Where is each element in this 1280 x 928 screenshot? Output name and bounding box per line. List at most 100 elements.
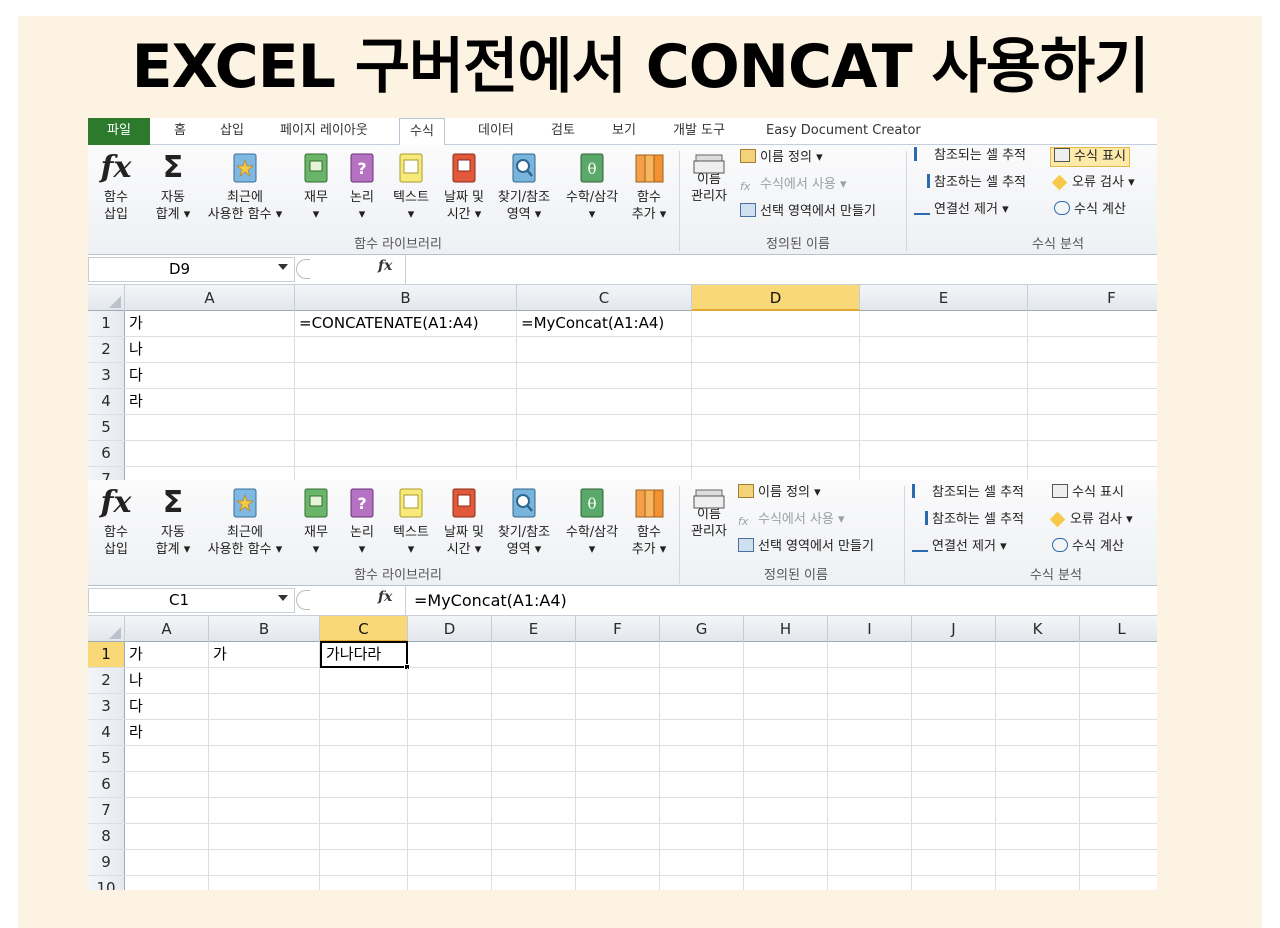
financial-button[interactable]: 재무 ▾ xyxy=(296,486,336,558)
cell-d5[interactable] xyxy=(408,746,492,771)
cell-e8[interactable] xyxy=(492,824,576,849)
cell-l7[interactable] xyxy=(1080,798,1157,823)
cell-d4[interactable] xyxy=(408,720,492,745)
cell-l6[interactable] xyxy=(1080,772,1157,797)
cell-f6[interactable] xyxy=(576,772,660,797)
name-box-dropdown-icon[interactable] xyxy=(278,264,288,270)
cell-d6[interactable] xyxy=(408,772,492,797)
cell-a10[interactable] xyxy=(125,876,209,890)
cell-b2[interactable] xyxy=(209,668,320,693)
cell-l10[interactable] xyxy=(1080,876,1157,890)
cell-d7[interactable] xyxy=(692,467,860,480)
show-formulas-button[interactable]: 수식 표시 xyxy=(1052,484,1124,502)
cell-a3[interactable]: 다 xyxy=(125,694,209,719)
cell-b2[interactable] xyxy=(295,337,517,362)
cell-i9[interactable] xyxy=(828,850,912,875)
cell-a8[interactable] xyxy=(125,824,209,849)
cell-e9[interactable] xyxy=(492,850,576,875)
cell-c2[interactable] xyxy=(517,337,692,362)
cell-l2[interactable] xyxy=(1080,668,1157,693)
name-manager-button[interactable]: 이름 관리자 xyxy=(684,171,734,205)
cell-b1[interactable]: 가 xyxy=(209,642,320,667)
cell-e1[interactable] xyxy=(860,311,1028,336)
cell-d1[interactable] xyxy=(692,311,860,336)
cell-b6[interactable] xyxy=(295,441,517,466)
cell-a7[interactable] xyxy=(125,798,209,823)
cell-c6[interactable] xyxy=(517,441,692,466)
cell-e7[interactable] xyxy=(492,798,576,823)
cell-k9[interactable] xyxy=(996,850,1080,875)
cell-a6[interactable] xyxy=(125,441,295,466)
row-header-2[interactable]: 2 xyxy=(88,668,125,693)
cell-b10[interactable] xyxy=(209,876,320,890)
recently-used-button[interactable]: 최근에 사용한 함수 ▾ xyxy=(200,486,290,558)
use-in-formula-button[interactable]: fx 수식에서 사용 ▾ xyxy=(738,511,845,529)
cell-g1[interactable] xyxy=(660,642,744,667)
error-checking-button[interactable]: 오류 검사 ▾ xyxy=(1049,511,1133,529)
tab-file[interactable]: 파일 xyxy=(88,118,150,145)
cell-g3[interactable] xyxy=(660,694,744,719)
cell-d10[interactable] xyxy=(408,876,492,890)
cell-b3[interactable] xyxy=(209,694,320,719)
cell-h7[interactable] xyxy=(744,798,828,823)
row-header-5[interactable]: 5 xyxy=(88,746,125,771)
define-name-button[interactable]: 이름 정의 ▾ xyxy=(738,484,821,502)
cell-k4[interactable] xyxy=(996,720,1080,745)
evaluate-formula-button[interactable]: 수식 계산 xyxy=(1052,538,1124,556)
autosum-button[interactable]: Σ 자동 합계 ▾ xyxy=(150,151,196,223)
tab-developer[interactable]: 개발 도구 xyxy=(673,118,725,145)
cell-l1[interactable] xyxy=(1080,642,1157,667)
cell-b3[interactable] xyxy=(295,363,517,388)
cell-c4[interactable] xyxy=(320,720,408,745)
remove-arrows-button[interactable]: 연결선 제거 ▾ xyxy=(912,538,1007,556)
column-header-f[interactable]: F xyxy=(576,616,660,642)
cell-c6[interactable] xyxy=(320,772,408,797)
cell-f3[interactable] xyxy=(1028,363,1157,388)
cell-k10[interactable] xyxy=(996,876,1080,890)
cell-d4[interactable] xyxy=(692,389,860,414)
cell-a1[interactable]: 가 xyxy=(125,311,295,336)
cell-j8[interactable] xyxy=(912,824,996,849)
cell-a9[interactable] xyxy=(125,850,209,875)
cell-j10[interactable] xyxy=(912,876,996,890)
column-header-i[interactable]: I xyxy=(828,616,912,642)
cell-h3[interactable] xyxy=(744,694,828,719)
cell-g10[interactable] xyxy=(660,876,744,890)
cell-f3[interactable] xyxy=(576,694,660,719)
cell-c10[interactable] xyxy=(320,876,408,890)
cell-f7[interactable] xyxy=(1028,467,1157,480)
cell-h1[interactable] xyxy=(744,642,828,667)
text-button[interactable]: 텍스트 ▾ xyxy=(386,486,436,558)
create-from-selection-button[interactable]: 선택 영역에서 만들기 xyxy=(738,538,874,556)
cell-c3[interactable] xyxy=(320,694,408,719)
cell-j1[interactable] xyxy=(912,642,996,667)
cell-d1[interactable] xyxy=(408,642,492,667)
cell-g7[interactable] xyxy=(660,798,744,823)
cell-c2[interactable] xyxy=(320,668,408,693)
logical-button[interactable]: ? 논리 ▾ xyxy=(342,151,382,223)
cell-b4[interactable] xyxy=(209,720,320,745)
name-box[interactable]: D9 xyxy=(88,257,295,282)
column-header-a[interactable]: A xyxy=(125,616,209,642)
text-button[interactable]: 텍스트 ▾ xyxy=(386,151,436,223)
cell-e10[interactable] xyxy=(492,876,576,890)
cell-f6[interactable] xyxy=(1028,441,1157,466)
row-header-6[interactable]: 6 xyxy=(88,772,125,797)
cell-l3[interactable] xyxy=(1080,694,1157,719)
row-header-9[interactable]: 9 xyxy=(88,850,125,875)
cell-j9[interactable] xyxy=(912,850,996,875)
row-header-4[interactable]: 4 xyxy=(88,720,125,745)
cell-b8[interactable] xyxy=(209,824,320,849)
column-header-d[interactable]: D xyxy=(692,285,860,311)
cell-c4[interactable] xyxy=(517,389,692,414)
cell-c3[interactable] xyxy=(517,363,692,388)
more-functions-button[interactable]: 함수 추가 ▾ xyxy=(628,486,670,558)
name-box[interactable]: C1 xyxy=(88,588,295,613)
cell-e5[interactable] xyxy=(492,746,576,771)
cell-h8[interactable] xyxy=(744,824,828,849)
cell-h10[interactable] xyxy=(744,876,828,890)
tab-formulas[interactable]: 수식 xyxy=(399,118,445,146)
cell-b1[interactable]: =CONCATENATE(A1:A4) xyxy=(295,311,517,336)
cell-i1[interactable] xyxy=(828,642,912,667)
column-header-e[interactable]: E xyxy=(492,616,576,642)
